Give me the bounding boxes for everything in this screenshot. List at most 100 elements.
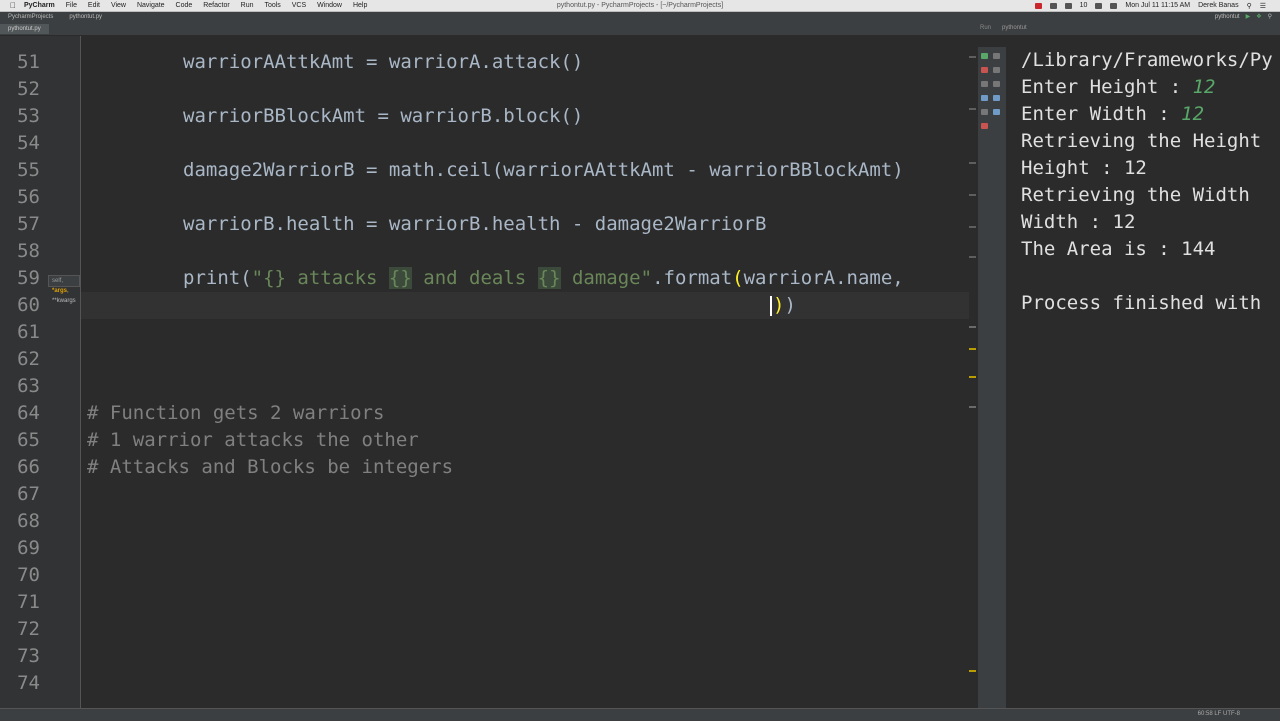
- line-number: 61: [17, 321, 40, 343]
- user-name[interactable]: Derek Banas: [1198, 2, 1238, 9]
- console-line: Retrieving the Height: [1021, 130, 1262, 152]
- line-number: 71: [17, 591, 40, 613]
- line-number: 73: [17, 645, 40, 667]
- close-icon[interactable]: [981, 123, 988, 129]
- console-line: Enter Height : 12: [1021, 74, 1215, 101]
- console-line: Height : 12: [1021, 157, 1147, 179]
- scroll-marker-warning[interactable]: [969, 670, 976, 672]
- code-placeholder: {}: [537, 267, 561, 289]
- run-panel-label[interactable]: Run: [980, 25, 991, 31]
- scroll-marker[interactable]: [969, 406, 976, 408]
- console-path: /Library/Frameworks/Py: [1021, 49, 1273, 71]
- scroll-marker[interactable]: [969, 162, 976, 164]
- scroll-marker[interactable]: [969, 194, 976, 196]
- line-number: 64: [17, 402, 40, 424]
- code-line-53: warriorBBlockAmt = warriorB.block(): [183, 105, 584, 127]
- code-line-57: warriorB.health = warriorB.health - dama…: [183, 213, 767, 235]
- current-line-highlight: [81, 292, 976, 319]
- code-close-paren-outer: ): [784, 294, 796, 316]
- code-placeholder: {}: [388, 267, 412, 289]
- run-icon[interactable]: ▶: [1246, 13, 1251, 20]
- editor-tabs: pythontut.py: [0, 24, 49, 34]
- print-icon[interactable]: [981, 109, 988, 115]
- pause-icon[interactable]: [981, 81, 988, 87]
- code-line-64: # Function gets 2 warriors: [87, 402, 385, 424]
- editor-scrollbar[interactable]: [969, 36, 976, 708]
- tab-pythontut[interactable]: pythontut.py: [0, 24, 49, 34]
- code-string-part: damage": [560, 267, 653, 289]
- down-icon[interactable]: [993, 67, 1000, 73]
- line-number: 55: [17, 159, 40, 181]
- code-editor[interactable]: warriorAAttkAmt = warriorA.attack() warr…: [81, 36, 976, 708]
- search-icon[interactable]: ⚲: [1268, 13, 1272, 20]
- pin-icon[interactable]: [993, 109, 1000, 115]
- code-string-part: and deals: [411, 267, 538, 289]
- tray-count[interactable]: 10: [1080, 2, 1088, 9]
- console-line: Width : 12: [1021, 211, 1136, 233]
- tray-red-icon[interactable]: [1034, 2, 1042, 9]
- line-number: 70: [17, 564, 40, 586]
- text-caret: [770, 295, 772, 316]
- code-line-59: print("{} attacks {} and deals {} damage…: [183, 265, 904, 292]
- run-toolbar: [977, 47, 1006, 708]
- spotlight-icon[interactable]: ⚲: [1247, 2, 1252, 10]
- stop-icon[interactable]: [981, 67, 988, 73]
- line-number: 74: [17, 672, 40, 694]
- tray-upload-icon[interactable]: [1064, 2, 1072, 9]
- code-argument: warriorA.name,: [743, 267, 904, 289]
- scroll-marker-warning[interactable]: [969, 376, 976, 378]
- notification-icon[interactable]: ☰: [1260, 2, 1266, 10]
- ide-toolbar: PycharmProjects pythontut.py pythontut.p…: [0, 12, 1280, 36]
- line-number: 52: [17, 78, 40, 100]
- scroll-marker[interactable]: [969, 108, 976, 110]
- line-number: 60: [17, 294, 40, 316]
- cursor-position[interactable]: 60:58 LF UTF-8: [1198, 711, 1240, 717]
- clock[interactable]: Mon Jul 11 11:15 AM: [1125, 2, 1190, 9]
- console-line: The Area is : 144: [1021, 238, 1216, 260]
- console-prompt: Enter Height :: [1021, 76, 1193, 98]
- tray-drive-icon[interactable]: [1049, 2, 1057, 9]
- line-number: 63: [17, 375, 40, 397]
- hint-self: self,: [52, 278, 64, 284]
- console-line: Retrieving the Width: [1021, 184, 1250, 206]
- scroll-marker[interactable]: [969, 226, 976, 228]
- debug-icon[interactable]: ❖: [1256, 13, 1261, 20]
- console-input: 12: [1192, 76, 1216, 98]
- code-print: print(: [183, 267, 252, 289]
- tray-volume-icon[interactable]: [1095, 2, 1103, 9]
- line-number-gutter[interactable]: 51 52 53 54 55 56 57 58 59 60 61 62 63 6…: [0, 36, 81, 708]
- rerun-icon[interactable]: [981, 53, 988, 59]
- tray-battery-icon[interactable]: [1110, 2, 1118, 9]
- code-line-66: # Attacks and Blocks be integers: [87, 456, 454, 478]
- scroll-marker[interactable]: [969, 326, 976, 328]
- parameter-info-popup: self, *args, **kwargs: [48, 275, 80, 304]
- console-line: Enter Width : 12: [1021, 101, 1204, 128]
- up-icon[interactable]: [993, 53, 1000, 59]
- line-number: 53: [17, 105, 40, 127]
- run-console[interactable]: /Library/Frameworks/Py Enter Height : 12…: [1006, 47, 1280, 708]
- line-number: 58: [17, 240, 40, 262]
- line-number: 56: [17, 186, 40, 208]
- code-format-call: .format: [652, 267, 733, 289]
- wrap-icon[interactable]: [993, 81, 1000, 87]
- console-prompt: Enter Width :: [1021, 103, 1182, 125]
- line-number: 65: [17, 429, 40, 451]
- code-close-paren: ): [773, 294, 785, 316]
- settings-icon[interactable]: [993, 95, 1000, 101]
- line-number: 68: [17, 510, 40, 532]
- scroll-end-icon[interactable]: [981, 95, 988, 101]
- line-number: 51: [17, 51, 40, 73]
- code-line-60: )): [770, 292, 796, 319]
- run-panel-config[interactable]: pythontut: [1002, 25, 1027, 31]
- line-number: 72: [17, 618, 40, 640]
- scroll-marker[interactable]: [969, 256, 976, 258]
- scroll-marker-warning[interactable]: [969, 348, 976, 350]
- code-line-51: warriorAAttkAmt = warriorA.attack(): [183, 51, 584, 73]
- code-line-55: damage2WarriorB = math.ceil(warriorAAttk…: [183, 159, 904, 181]
- breadcrumb-file[interactable]: pythontut.py: [65, 14, 106, 20]
- code-string-part: "{} attacks: [251, 267, 389, 289]
- run-config-select[interactable]: pythontut: [1215, 14, 1240, 20]
- menu-tray: 10 Mon Jul 11 11:15 AM Derek Banas ⚲ ☰: [1034, 2, 1266, 10]
- breadcrumb-project[interactable]: PycharmProjects: [4, 14, 57, 20]
- scroll-marker[interactable]: [969, 56, 976, 58]
